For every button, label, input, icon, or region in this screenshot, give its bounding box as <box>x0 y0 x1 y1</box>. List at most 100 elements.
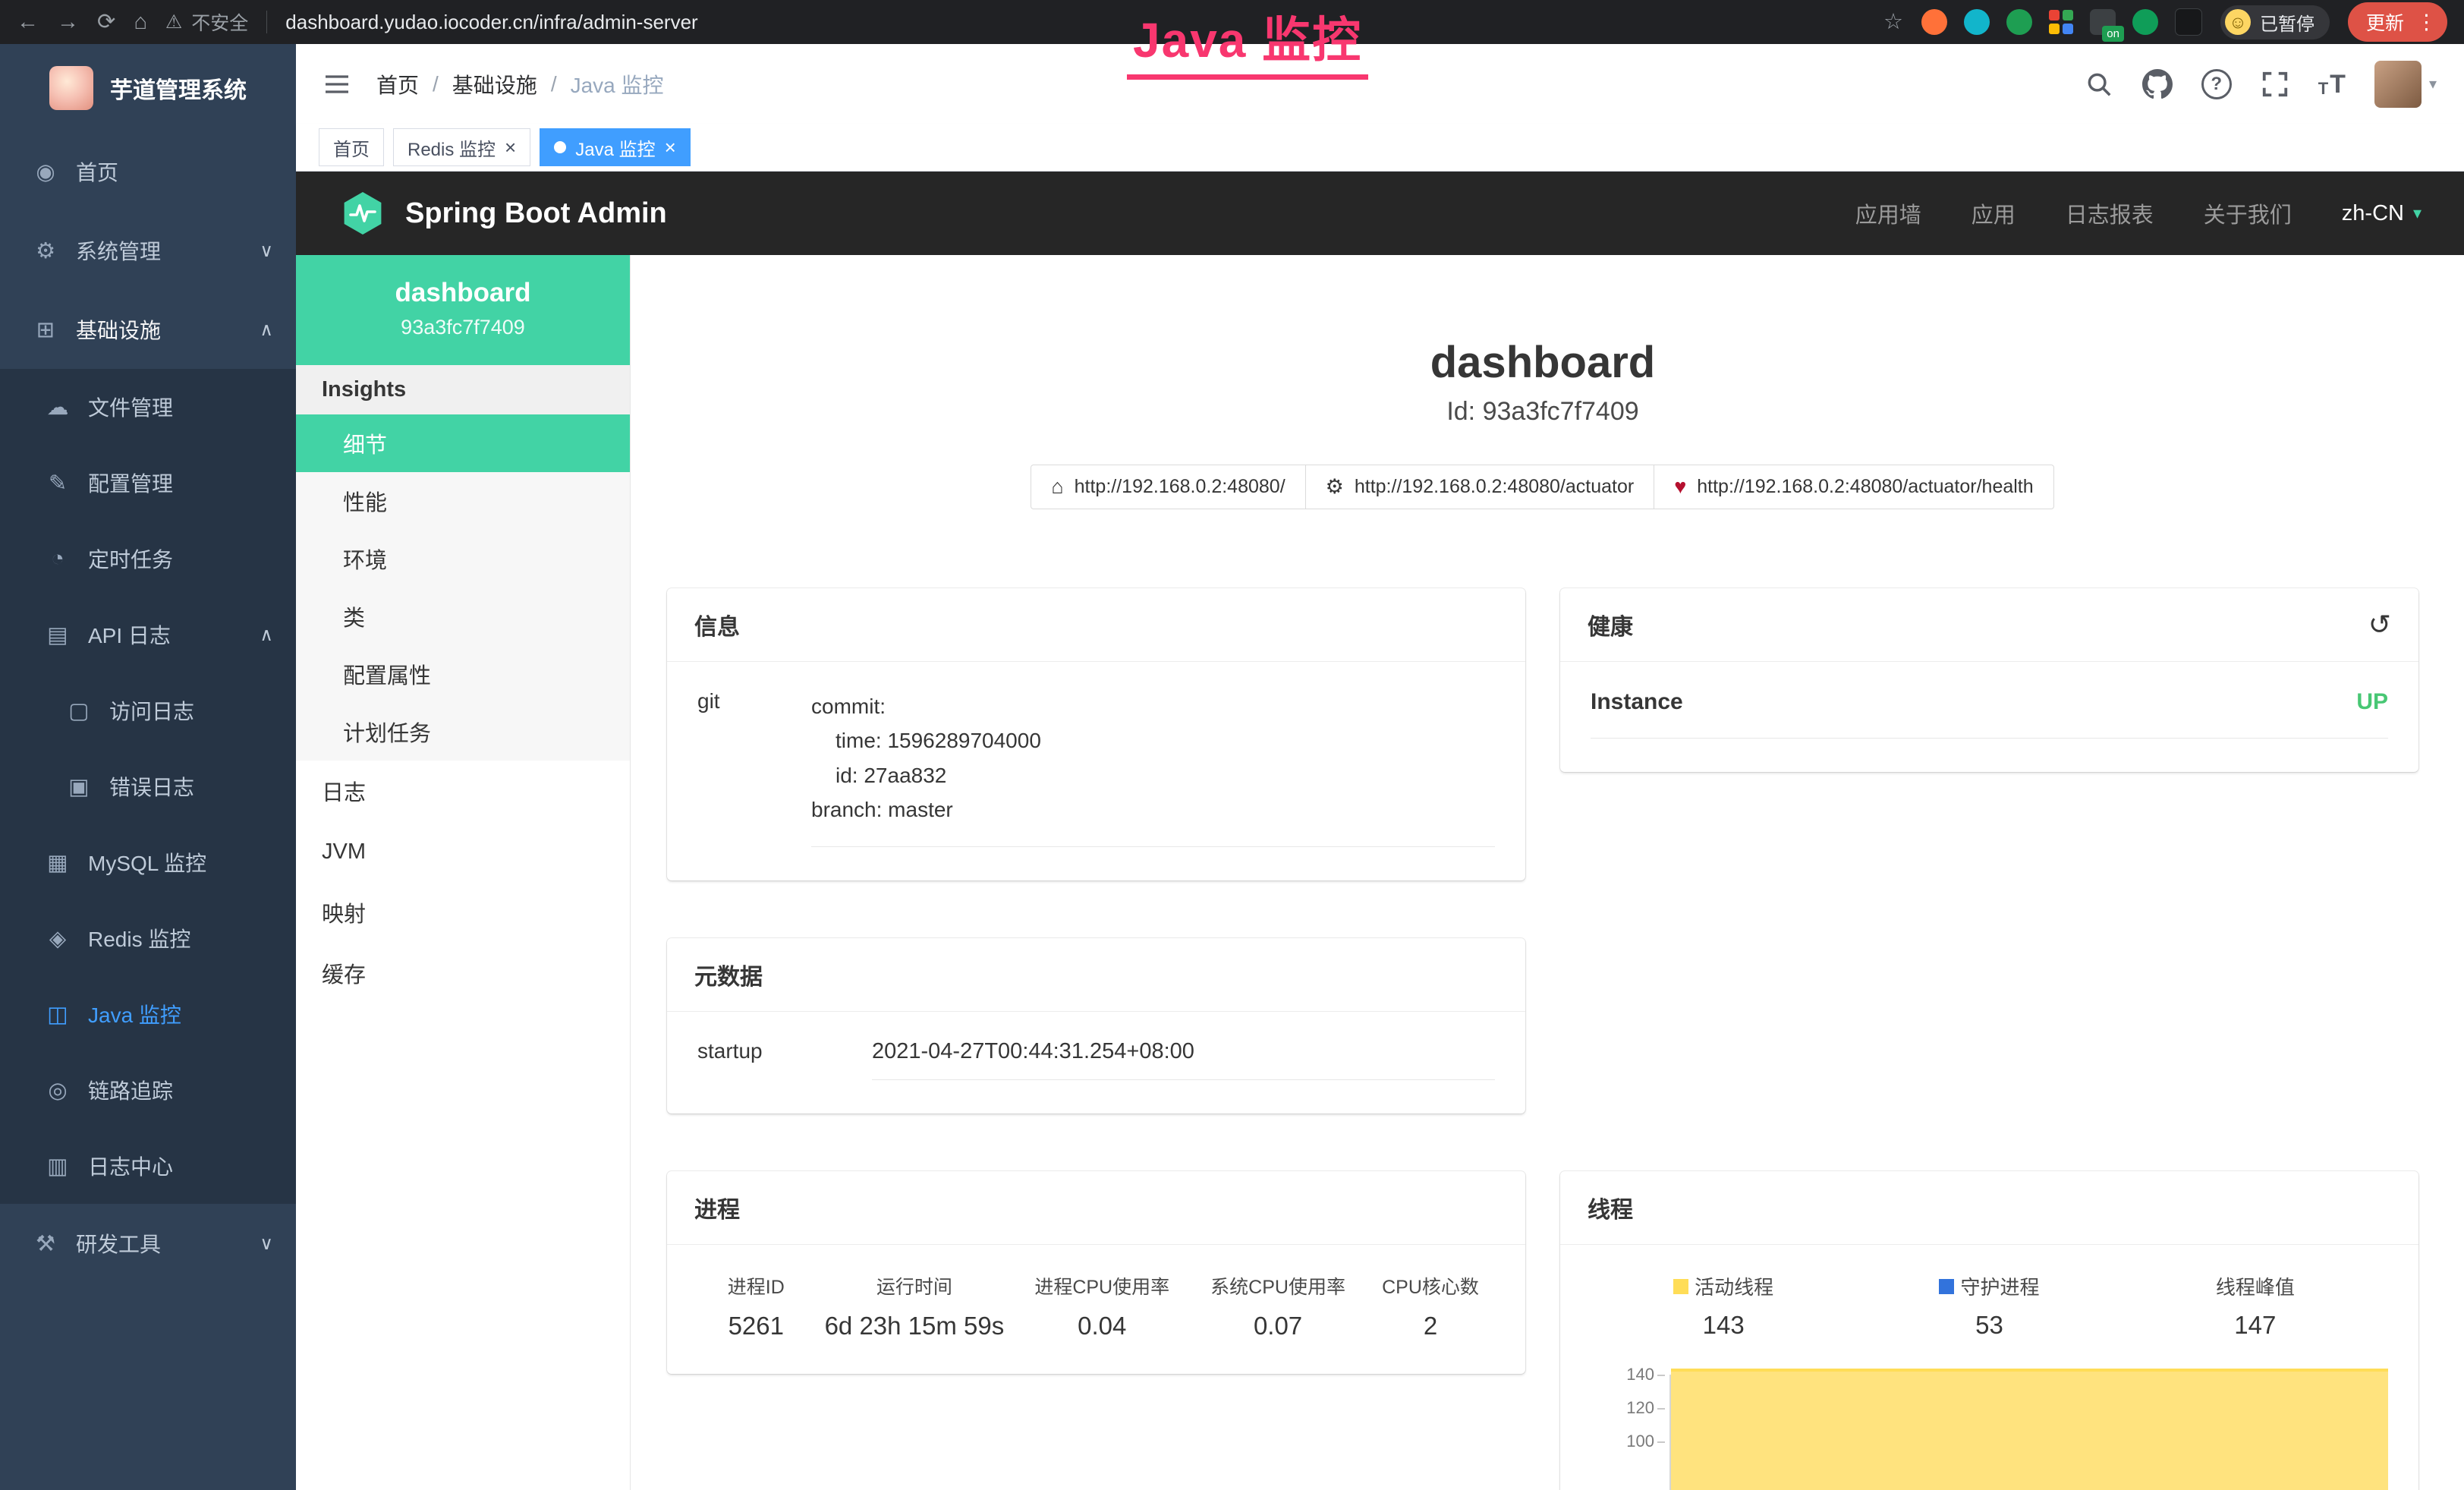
info-line: id: 27aa832 <box>811 758 1495 792</box>
health-instance-label: Instance <box>1591 689 1683 715</box>
sba-side-item-metrics[interactable]: 性能 <box>296 472 630 530</box>
sidebar-item-api-log[interactable]: ▤ API 日志 ∧ <box>0 597 296 673</box>
app-logo-row[interactable]: 芋道管理系统 <box>0 44 296 132</box>
fullscreen-icon[interactable] <box>2261 70 2289 99</box>
sba-nav-about[interactable]: 关于我们 <box>2204 197 2292 229</box>
profile-chip[interactable]: ☺ 已暂停 <box>2220 5 2330 39</box>
back-icon[interactable]: ← <box>17 11 39 33</box>
sidebar-item-file[interactable]: ☁ 文件管理 <box>0 369 296 445</box>
sba-side-item-loggers[interactable]: 日志 <box>296 761 630 821</box>
active-threads-swatch <box>1673 1279 1688 1294</box>
sidebar-item-java[interactable]: ◫ Java 监控 <box>0 976 296 1052</box>
sba-nav-journal[interactable]: 日志报表 <box>2066 197 2154 229</box>
reload-icon[interactable]: ⟳ <box>97 11 115 33</box>
tab-home[interactable]: 首页 <box>319 128 384 166</box>
instance-id: 93a3fc7f7409 <box>308 316 618 339</box>
wrench-icon: ⚙ <box>1326 477 1344 497</box>
chevron-down-icon: ∨ <box>260 1233 273 1255</box>
tab-redis[interactable]: Redis 监控 × <box>393 128 530 166</box>
extension-icon-fox[interactable] <box>1921 9 1947 35</box>
sba-side-item-configprops[interactable]: 配置属性 <box>296 645 630 703</box>
sidebar-item-system[interactable]: ⚙ 系统管理 ∨ <box>0 211 296 290</box>
cell-value: 2 <box>1366 1312 1495 1340</box>
history-icon[interactable]: ↺ <box>2368 611 2391 638</box>
security-indicator[interactable]: ⚠ 不安全 <box>165 8 248 36</box>
search-icon[interactable] <box>2085 70 2113 99</box>
breadcrumb-infra[interactable]: 基础设施 <box>452 69 537 99</box>
sidebar-item-label: 基础设施 <box>76 314 161 345</box>
home-icon[interactable]: ⌂ <box>134 11 147 33</box>
sidebar-item-label: 错误日志 <box>109 771 194 802</box>
browser-menu-icon[interactable]: ⋮ <box>2416 12 2437 33</box>
extensions-area: on <box>1921 8 2202 36</box>
sidebar-toggle-icon[interactable] <box>323 73 351 96</box>
sba-nav-applications[interactable]: 应用 <box>1972 197 2016 229</box>
breadcrumb-home[interactable]: 首页 <box>376 69 419 99</box>
close-icon[interactable]: × <box>665 137 676 157</box>
extension-on-badge: on <box>2102 26 2124 43</box>
cell-value: 5261 <box>697 1312 815 1340</box>
sba-side-item-details[interactable]: 细节 <box>296 414 630 472</box>
sba-brand[interactable]: Spring Boot Admin <box>338 189 667 238</box>
sba-side-item-scheduled[interactable]: 计划任务 <box>296 703 630 761</box>
sba-side-item-mappings[interactable]: 映射 <box>296 882 630 943</box>
tab-java[interactable]: Java 监控 × <box>540 128 691 166</box>
page-title: dashboard <box>667 337 2418 388</box>
sba-side-item-beans[interactable]: 类 <box>296 587 630 645</box>
sidebar-item-trace[interactable]: ◎ 链路追踪 <box>0 1052 296 1128</box>
update-button[interactable]: 更新 ⋮ <box>2348 2 2447 42</box>
sidebar-item-access-log[interactable]: ▢ 访问日志 <box>0 673 296 748</box>
avatar <box>2374 61 2422 108</box>
main-column: 首页 / 基础设施 / Java 监控 <box>296 44 2464 1490</box>
sba-side-group-label: Insights <box>296 365 630 414</box>
extension-icon-drop[interactable] <box>1964 9 1990 35</box>
close-icon[interactable]: × <box>505 137 516 157</box>
legend-value: 53 <box>1856 1311 2122 1340</box>
sidebar-item-log-center[interactable]: ▥ 日志中心 <box>0 1128 296 1204</box>
sidebar-item-devtools[interactable]: ⚒ 研发工具 ∨ <box>0 1204 296 1283</box>
forward-icon[interactable]: → <box>57 11 79 33</box>
dashboard-icon: ◉ <box>32 159 59 185</box>
address-bar[interactable]: dashboard.yudao.iocoder.cn/infra/admin-s… <box>285 11 697 34</box>
sidebar-item-home[interactable]: ◉ 首页 <box>0 132 296 211</box>
extension-icon-proxy[interactable]: on <box>2090 9 2116 35</box>
sidebar-item-infra[interactable]: ⊞ 基础设施 ∧ <box>0 290 296 369</box>
sba-side-item-jvm[interactable]: JVM <box>296 821 630 882</box>
caret-down-icon: ▾ <box>2429 74 2437 93</box>
user-menu[interactable]: ▾ <box>2374 61 2437 108</box>
column-header: 进程CPU使用率 <box>1014 1272 1190 1299</box>
tab-label: Java 监控 <box>575 134 655 161</box>
card-title: 健康 <box>1588 608 1633 641</box>
extension-icon-paw[interactable] <box>2175 8 2202 36</box>
log-center-icon: ▥ <box>44 1153 71 1180</box>
sidebar-item-label: 系统管理 <box>76 235 161 266</box>
sidebar-item-redis[interactable]: ◈ Redis 监控 <box>0 900 296 976</box>
health-url-link[interactable]: ♥ http://192.168.0.2:48080/actuator/heal… <box>1654 465 2053 509</box>
sba-side-item-caches[interactable]: 缓存 <box>296 943 630 1003</box>
sba-locale-select[interactable]: zh-CN ▾ <box>2342 201 2422 226</box>
sidebar-item-label: Java 监控 <box>88 999 181 1029</box>
extension-icon-grid[interactable] <box>2049 10 2073 34</box>
extension-icon-leaf[interactable] <box>2132 9 2158 35</box>
sidebar-item-config[interactable]: ✎ 配置管理 <box>0 445 296 521</box>
bookmark-star-icon[interactable]: ☆ <box>1883 11 1903 33</box>
instance-header[interactable]: dashboard 93a3fc7f7409 <box>296 255 630 365</box>
sba-side-item-environment[interactable]: 环境 <box>296 530 630 587</box>
tags-view: 首页 Redis 监控 × Java 监控 × <box>296 124 2464 172</box>
sidebar-item-error-log[interactable]: ▣ 错误日志 <box>0 748 296 824</box>
threads-legend: 活动线程 143 守护进程 53 <box>1591 1272 2388 1340</box>
daemon-threads-swatch <box>1939 1279 1954 1294</box>
sidebar-item-mysql[interactable]: ▦ MySQL 监控 <box>0 824 296 900</box>
base-url-link[interactable]: ⌂ http://192.168.0.2:48080/ <box>1031 465 1305 509</box>
help-icon[interactable]: ? <box>2201 69 2232 99</box>
github-icon[interactable] <box>2142 69 2173 99</box>
log-icon: ▤ <box>44 622 71 648</box>
process-table: 进程ID 5261 运行时间 6d 23h 15m 59s 进程CPU使用率 0… <box>697 1272 1495 1340</box>
sba-body: dashboard 93a3fc7f7409 Insights 细节 性能 环境… <box>296 255 2464 1490</box>
sidebar-item-job[interactable]: ◔ 定时任务 <box>0 521 296 597</box>
actuator-url-link[interactable]: ⚙ http://192.168.0.2:48080/actuator <box>1305 465 1655 509</box>
sba-nav-wallboard[interactable]: 应用墙 <box>1855 197 1921 229</box>
font-size-icon[interactable]: TT <box>2318 71 2346 97</box>
extension-icon-green[interactable] <box>2006 9 2032 35</box>
active-tab-dot <box>554 141 566 153</box>
